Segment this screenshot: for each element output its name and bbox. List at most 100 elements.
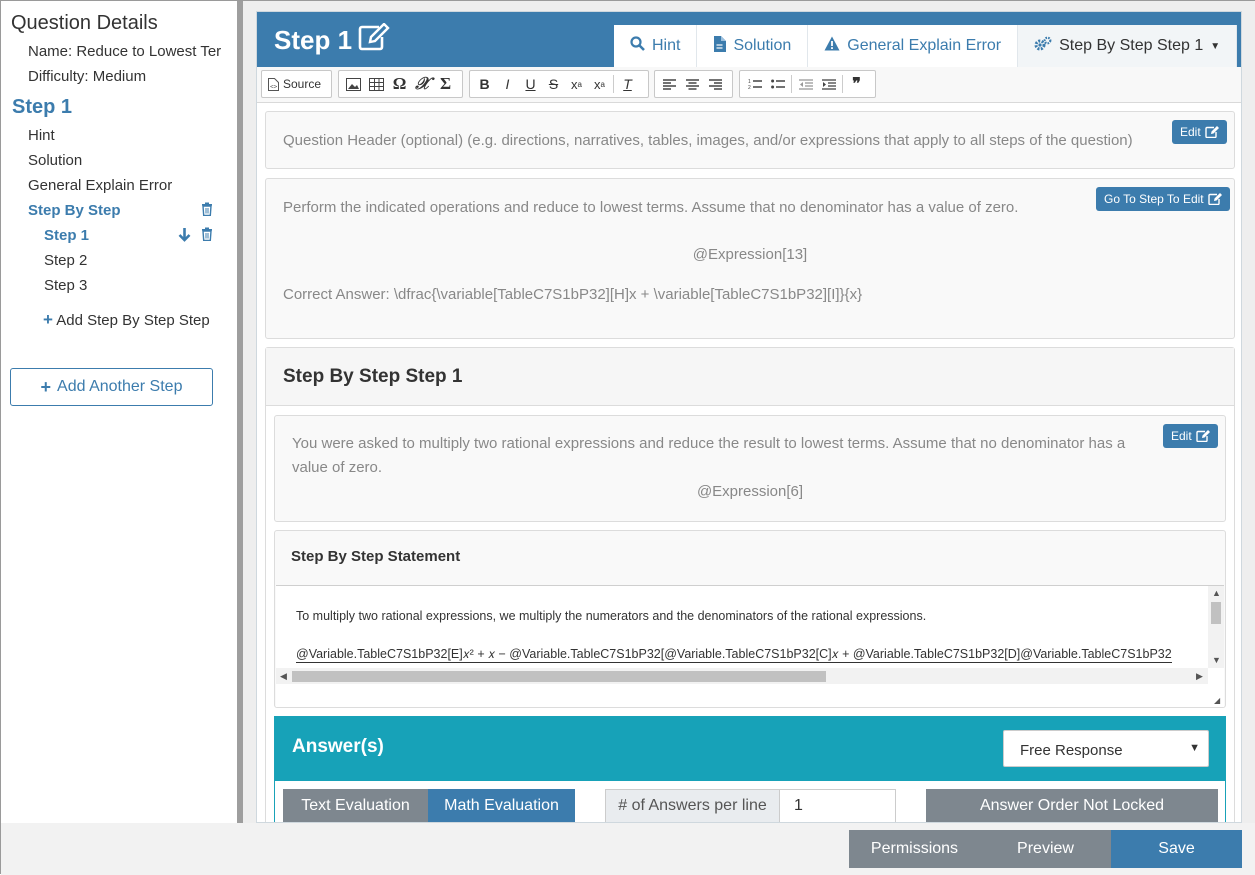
remove-format-icon[interactable]: T xyxy=(616,72,639,96)
sidebar-item-general-explain-error[interactable]: General Explain Error xyxy=(28,177,172,194)
edit-icon[interactable] xyxy=(358,22,390,58)
italic-button[interactable]: I xyxy=(496,72,519,96)
tab-general-explain-error-label: General Explain Error xyxy=(847,37,1002,54)
text-evaluation-button[interactable]: Text Evaluation xyxy=(283,789,428,822)
scroll-thumb[interactable] xyxy=(292,671,826,682)
tab-solution-label: Solution xyxy=(733,37,792,54)
sidebar-item-hint[interactable]: Hint xyxy=(28,127,55,144)
svg-text:2: 2 xyxy=(748,85,751,90)
sidebar-step-heading[interactable]: Step 1 xyxy=(12,96,72,119)
sbs-statement-editor[interactable]: To multiply two rational expressions, we… xyxy=(276,585,1224,707)
permissions-button[interactable]: Permissions xyxy=(849,830,980,868)
add-sbs-step-link[interactable]: + Add Step By Step Step xyxy=(43,310,210,330)
go-to-step-to-edit-button[interactable]: Go To Step To Edit xyxy=(1096,187,1230,211)
answers-per-line-input[interactable]: 1 xyxy=(780,789,896,822)
document-icon xyxy=(713,35,727,57)
editor-toolbar: <> Source Ω 𝒳 Σ B I U S xa xa T 1 2 ❞ xyxy=(257,67,1241,103)
sbs-statement-expression: @Variable.TableC7S1bP32[E]𝑥² + 𝑥 − @Vari… xyxy=(296,647,1172,663)
sidebar-item-step-2[interactable]: Step 2 xyxy=(44,252,87,269)
tab-solution[interactable]: Solution xyxy=(697,25,809,67)
subscript-icon[interactable]: xa xyxy=(565,72,588,96)
content-area: Step 1 Hint Solution General Explain Err… xyxy=(243,1,1255,823)
caret-down-icon: ▼ xyxy=(1189,742,1200,754)
math-x-icon[interactable]: 𝒳 xyxy=(411,72,434,96)
question-body-panel: Perform the indicated operations and red… xyxy=(265,178,1235,339)
align-center-icon[interactable] xyxy=(681,72,704,96)
image-icon[interactable] xyxy=(342,72,365,96)
edit-question-header-button[interactable]: Edit xyxy=(1172,120,1227,144)
edit-label: Edit xyxy=(1171,429,1192,443)
tab-general-explain-error[interactable]: General Explain Error xyxy=(808,25,1019,67)
answer-order-lock-button[interactable]: Answer Order Not Locked xyxy=(926,789,1218,822)
add-another-step-button[interactable]: + Add Another Step xyxy=(10,368,213,406)
bulleted-list-icon[interactable] xyxy=(766,72,789,96)
sidebar-item-solution[interactable]: Solution xyxy=(28,152,82,169)
sbs-header: Step By Step Step 1 xyxy=(266,348,1234,406)
tab-sbs-dropdown[interactable]: Step By Step Step 1 ▼ xyxy=(1018,25,1238,67)
horizontal-scrollbar[interactable]: ◀ ▶ xyxy=(276,668,1208,684)
sbs-intro-line-2: value of zero. xyxy=(292,459,383,476)
edit-label: Edit xyxy=(1180,125,1201,139)
main-panel: Step 1 Hint Solution General Explain Err… xyxy=(256,11,1242,823)
toolbar-separator xyxy=(791,75,792,93)
answers-title: Answer(s) xyxy=(292,736,384,757)
scroll-right-icon[interactable]: ▶ xyxy=(1196,671,1203,682)
question-header-panel[interactable]: Question Header (optional) (e.g. directi… xyxy=(265,111,1235,169)
format-toolbar-group: B I U S xa xa T xyxy=(469,70,649,98)
toolbar-separator xyxy=(613,75,614,93)
question-details-title: Question Details xyxy=(11,12,158,34)
table-icon[interactable] xyxy=(365,72,388,96)
insert-toolbar-group: Ω 𝒳 Σ xyxy=(338,70,463,98)
outdent-icon[interactable] xyxy=(794,72,817,96)
answer-type-value: Free Response xyxy=(1020,742,1123,759)
arrow-down-icon[interactable] xyxy=(178,227,191,245)
bold-button[interactable]: B xyxy=(473,72,496,96)
list-toolbar-group: 12 ❞ xyxy=(739,70,876,98)
goto-label: Go To Step To Edit xyxy=(1104,192,1204,206)
sigma-icon[interactable]: Σ xyxy=(434,72,457,96)
save-button[interactable]: Save xyxy=(1111,830,1242,868)
trash-icon[interactable] xyxy=(201,227,213,244)
question-expression: @Expression[13] xyxy=(692,246,808,263)
scroll-up-icon[interactable]: ▲ xyxy=(1212,588,1221,598)
edit-icon xyxy=(1207,193,1222,205)
sidebar-item-step-by-step[interactable]: Step By Step xyxy=(28,202,121,219)
plus-icon: + xyxy=(40,376,52,397)
math-evaluation-button[interactable]: Math Evaluation xyxy=(428,789,575,822)
omega-icon[interactable]: Ω xyxy=(388,72,411,96)
sidebar-item-step-1[interactable]: Step 1 xyxy=(44,227,89,244)
tab-sbs-label: Step By Step Step 1 xyxy=(1059,37,1204,54)
numbered-list-icon[interactable]: 12 xyxy=(743,72,766,96)
strikethrough-button[interactable]: S xyxy=(542,72,565,96)
scroll-thumb[interactable] xyxy=(1211,602,1221,624)
sbs-intro-line-1: You were asked to multiply two rational … xyxy=(292,435,1126,452)
blockquote-icon[interactable]: ❞ xyxy=(845,72,868,96)
trash-icon[interactable] xyxy=(201,202,213,219)
toolbar-separator xyxy=(842,75,843,93)
sbs-statement-panel: Step By Step Statement To multiply two r… xyxy=(274,530,1226,708)
sidebar-item-step-3[interactable]: Step 3 xyxy=(44,277,87,294)
question-header-placeholder: Question Header (optional) (e.g. directi… xyxy=(283,132,1133,149)
edit-sbs-intro-button[interactable]: Edit xyxy=(1163,424,1218,448)
align-left-icon[interactable] xyxy=(658,72,681,96)
search-icon xyxy=(630,36,645,56)
preview-button[interactable]: Preview xyxy=(980,830,1111,868)
resize-handle-icon[interactable]: ◢ xyxy=(1214,696,1220,705)
align-right-icon[interactable] xyxy=(704,72,727,96)
indent-icon[interactable] xyxy=(817,72,840,96)
step-tabs: Hint Solution General Explain Error Step… xyxy=(614,25,1238,67)
question-difficulty: Difficulty: Medium xyxy=(28,68,147,85)
superscript-icon[interactable]: xa xyxy=(588,72,611,96)
gears-icon xyxy=(1034,36,1052,56)
tab-hint[interactable]: Hint xyxy=(614,25,698,67)
answer-type-select[interactable]: Free Response ▼ xyxy=(1003,730,1209,767)
add-another-step-label: Add Another Step xyxy=(57,378,183,395)
warning-icon xyxy=(824,36,840,56)
vertical-scrollbar[interactable]: ▲ ▼ xyxy=(1208,586,1224,668)
underline-button[interactable]: U xyxy=(519,72,542,96)
scroll-down-icon[interactable]: ▼ xyxy=(1212,655,1221,665)
answers-per-line-group: # of Answers per line 1 xyxy=(605,789,896,822)
scroll-left-icon[interactable]: ◀ xyxy=(280,671,287,682)
source-button[interactable]: <> Source xyxy=(261,70,332,98)
sbs-title: Step By Step Step 1 xyxy=(283,366,463,387)
